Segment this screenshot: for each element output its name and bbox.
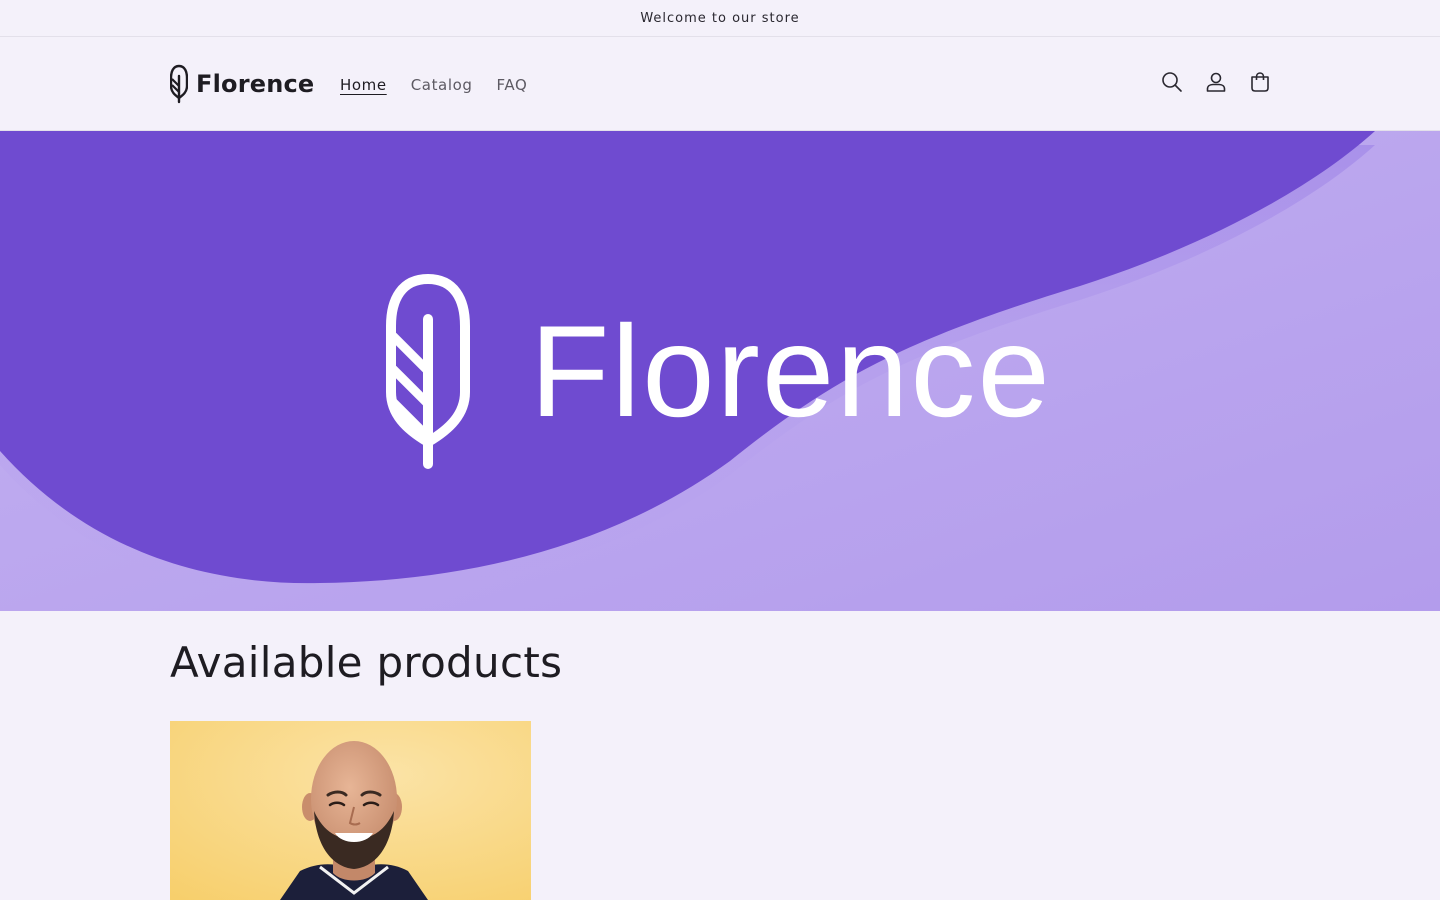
products-section-title: Available products bbox=[170, 638, 563, 687]
nav-item-faq[interactable]: FAQ bbox=[497, 76, 528, 94]
search-icon bbox=[1162, 72, 1182, 92]
header-icons bbox=[1150, 60, 1282, 104]
main-nav: Home Catalog FAQ bbox=[340, 38, 527, 131]
search-button[interactable] bbox=[1150, 60, 1194, 104]
site-header: Florence Home Catalog FAQ bbox=[0, 38, 1440, 131]
product-image bbox=[170, 721, 531, 900]
cart-button[interactable] bbox=[1238, 60, 1282, 104]
account-icon bbox=[1206, 72, 1226, 92]
nav-item-home[interactable]: Home bbox=[340, 76, 387, 94]
hero-banner: Florence bbox=[0, 131, 1440, 611]
announcement-bar: Welcome to our store bbox=[0, 0, 1440, 37]
logo-text: Florence bbox=[196, 70, 315, 98]
site-logo[interactable]: Florence bbox=[170, 64, 314, 104]
nav-item-catalog[interactable]: Catalog bbox=[411, 76, 473, 94]
hero-logo: Florence bbox=[386, 274, 1066, 469]
product-card[interactable] bbox=[170, 721, 531, 900]
feather-icon bbox=[386, 274, 470, 469]
feather-logo-icon bbox=[170, 64, 188, 104]
account-button[interactable] bbox=[1194, 60, 1238, 104]
hero-brand-text: Florence bbox=[530, 298, 1052, 444]
cart-icon bbox=[1251, 72, 1269, 92]
announcement-text: Welcome to our store bbox=[640, 10, 800, 26]
